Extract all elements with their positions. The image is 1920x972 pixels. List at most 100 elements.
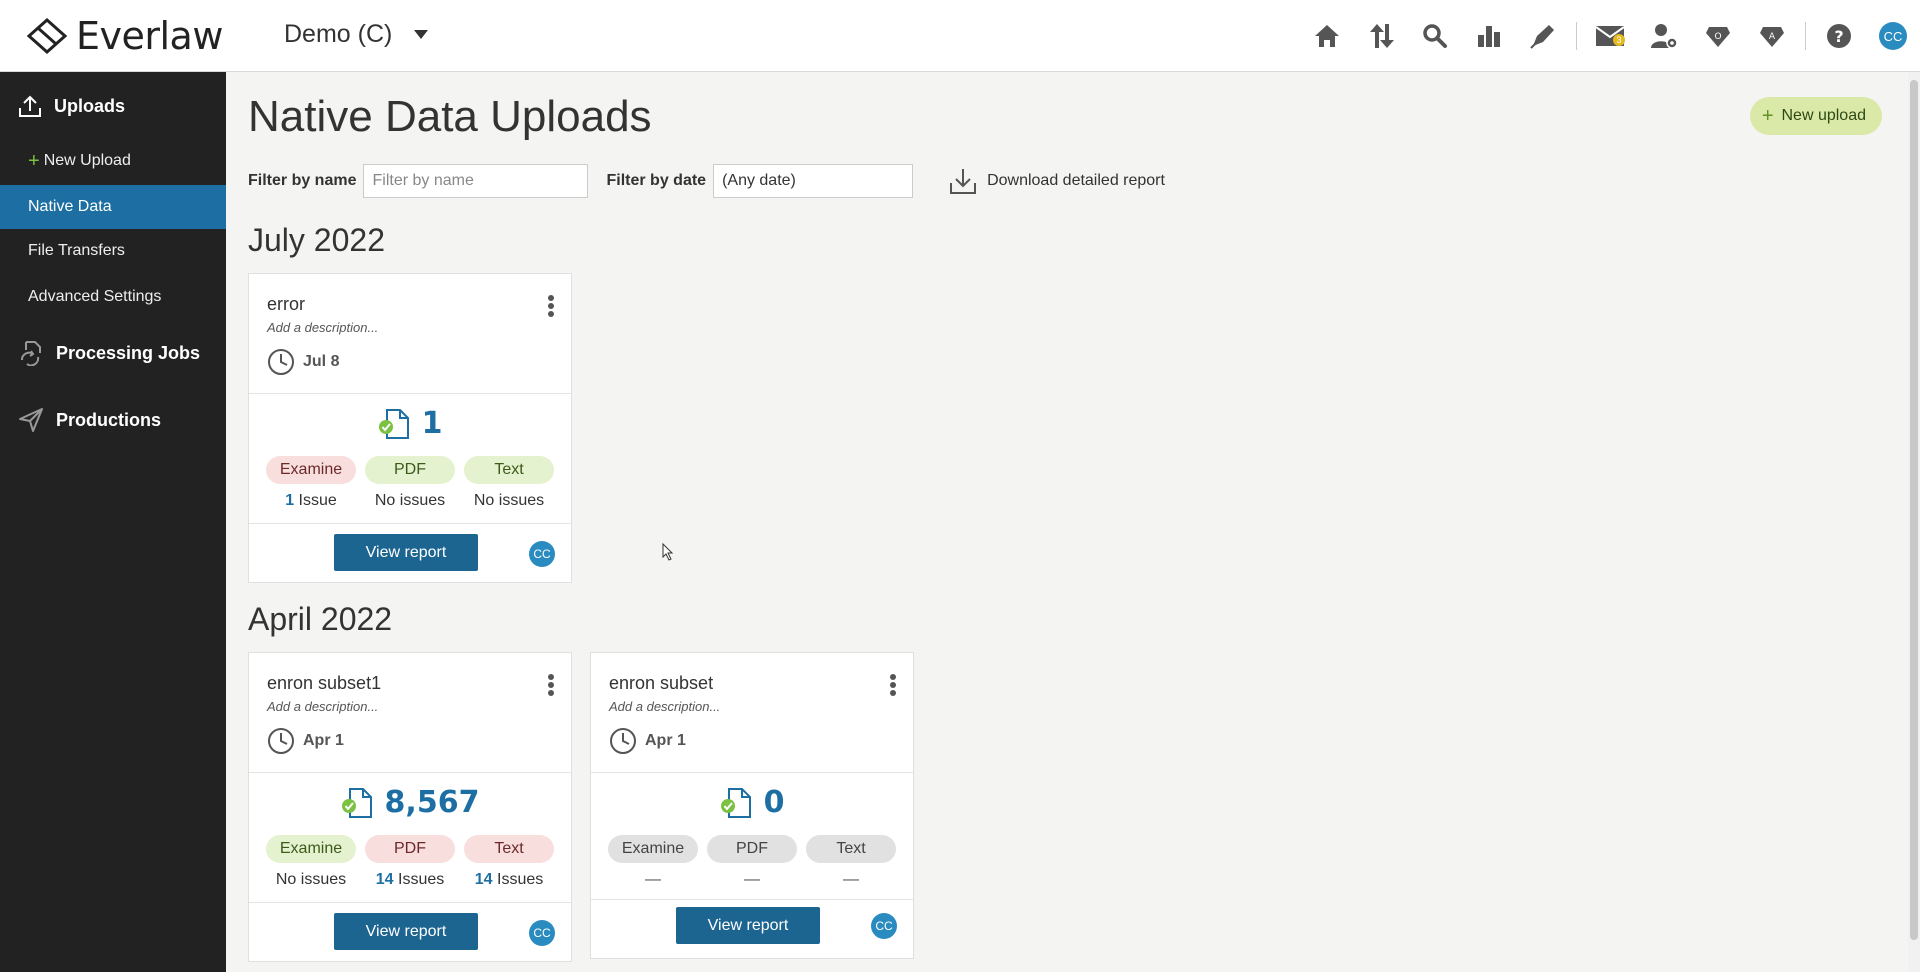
status-badge-text: Text [464,456,554,484]
card-footer: View report CC [591,900,913,958]
new-upload-button[interactable]: + New upload [1749,97,1882,135]
card-title[interactable]: enron subset1 [267,673,381,694]
view-report-button[interactable]: View report [334,534,478,571]
sidebar-section-label: Processing Jobs [56,342,201,363]
issue-text: Issues [393,871,445,888]
messages-badge: 3 [1613,34,1625,46]
issue-counts: 1 Issue No issues No issues [266,492,554,510]
download-report-link[interactable]: Download detailed report [949,167,1165,195]
sidebar-section-processing-jobs[interactable]: Processing Jobs [0,339,200,367]
sidebar-section-productions[interactable]: Productions [0,406,161,434]
card-date: Jul 8 [267,348,339,376]
kebab-menu-icon[interactable] [885,671,901,699]
sidebar-item-native-data[interactable]: Native Data [0,185,226,229]
user-settings-icon[interactable] [1637,0,1691,72]
sidebar-section-uploads[interactable]: Uploads [0,92,125,120]
analytics-icon[interactable] [1462,0,1516,72]
page-title: Native Data Uploads [248,92,652,141]
mail-icon[interactable]: 3 [1583,0,1637,72]
gem-a-icon[interactable]: A [1745,0,1799,72]
filter-date-input[interactable]: (Any date) [713,164,914,198]
sidebar-item-file-transfers[interactable]: File Transfers [0,229,226,273]
kebab-menu-icon[interactable] [543,671,559,699]
project-selector[interactable]: Demo (C) [284,20,429,49]
issue-count-examine[interactable]: 1 Issue [266,492,356,510]
status-badge-pdf: PDF [707,835,797,863]
sidebar-item-label: Advanced Settings [28,288,162,305]
kebab-menu-icon[interactable] [543,292,559,320]
transfer-icon[interactable] [1354,0,1408,72]
card-stats: 0 Examine PDF Text — — — [591,773,913,900]
card-date: Apr 1 [267,727,344,755]
issue-count-text: No issues [464,492,554,510]
card-description[interactable]: Add a description... [609,699,720,714]
upload-card: enron subset Add a description... Apr 1 … [590,652,914,959]
filter-name-input[interactable] [363,164,589,198]
card-stats: 8,567 Examine PDF Text No issues 14 Issu… [249,773,571,903]
document-check-icon [341,787,372,818]
card-footer: View report CC [249,524,571,582]
help-icon[interactable]: ? [1812,0,1866,72]
home-icon[interactable] [1300,0,1354,72]
status-badge-pdf: PDF [365,456,455,484]
issue-count-text[interactable]: 14 Issues [464,871,554,889]
svg-text:O: O [1714,32,1721,42]
user-avatar[interactable]: CC [1866,0,1920,72]
view-report-button[interactable]: View report [676,907,820,944]
upload-card: enron subset1 Add a description... Apr 1… [248,652,572,962]
issue-counts: — — — [608,871,896,889]
status-badge-examine: Examine [608,835,698,863]
issue-number: 1 [285,492,295,509]
search-icon[interactable] [1408,0,1462,72]
document-count-number: 8,567 [384,785,480,820]
document-count: 8,567 [249,785,571,820]
avatar: CC [529,920,555,946]
upload-card: error Add a description... Jul 8 1 Exami… [248,273,572,583]
card-title[interactable]: error [267,294,305,315]
card-date-text: Jul 8 [303,353,340,370]
filter-name-label: Filter by name [248,172,357,189]
sidebar-item-advanced-settings[interactable]: Advanced Settings [0,275,226,319]
issue-number: 14 [375,871,394,888]
month-heading: July 2022 [248,222,385,258]
document-check-icon [378,408,409,439]
sidebar: Uploads + New Upload Native Data File Tr… [0,72,226,972]
issue-text: Issue [294,492,337,509]
everlaw-logo[interactable]: Everlaw [26,14,223,58]
page-scrollbar[interactable] [1908,72,1920,972]
status-badge-examine: Examine [266,835,356,863]
issue-text: Issues [492,871,544,888]
card-title[interactable]: enron subset [609,673,713,694]
card-date: Apr 1 [609,727,686,755]
document-count-number: 1 [421,406,443,441]
status-pills: Examine PDF Text [266,835,554,863]
card-description[interactable]: Add a description... [267,699,378,714]
sidebar-item-label: New Upload [43,152,131,169]
send-icon [19,408,43,432]
issue-text: No issues [374,492,446,509]
card-stats: 1 Examine PDF Text 1 Issue No issues No … [249,394,571,524]
issue-count-examine: No issues [266,871,356,889]
new-upload-label: New upload [1781,107,1867,124]
filter-bar: Filter by name Filter by date (Any date)… [248,164,1165,198]
issue-text: No issues [275,871,347,888]
svg-text:?: ? [1834,27,1843,46]
clock-icon [268,349,294,375]
upload-icon [19,95,41,117]
gem-o-icon[interactable]: O [1691,0,1745,72]
card-description[interactable]: Add a description... [267,320,378,335]
download-report-label: Download detailed report [987,172,1165,189]
status-badge-examine: Examine [266,456,356,484]
plus-icon: + [1761,105,1774,127]
issue-count-pdf[interactable]: 14 Issues [365,871,455,889]
status-pills: Examine PDF Text [266,456,554,484]
card-date-text: Apr 1 [645,732,686,749]
project-name: Demo (C) [284,20,393,48]
scrollbar-thumb[interactable] [1910,80,1918,940]
filter-date-label: Filter by date [606,172,707,189]
sidebar-item-new-upload[interactable]: + New Upload [0,139,226,183]
pen-icon[interactable] [1516,0,1570,72]
view-report-button[interactable]: View report [334,913,478,950]
document-count: 1 [249,406,571,441]
nav-divider [1576,22,1577,50]
